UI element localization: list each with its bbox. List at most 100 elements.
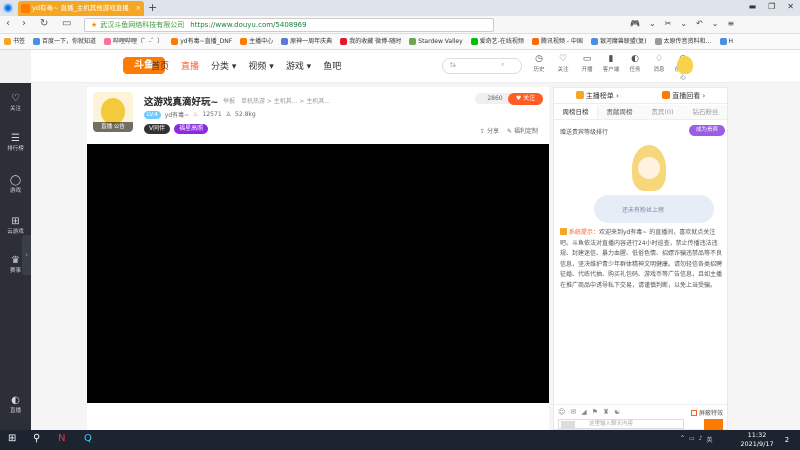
rank-icon	[575, 91, 584, 99]
bookmark-item[interactable]: 主播中心	[236, 34, 277, 49]
tab-close-icon[interactable]: ×	[136, 1, 141, 16]
menu-live[interactable]: 直播	[181, 59, 199, 72]
client-button[interactable]: ▮ 客户端	[601, 54, 621, 81]
back-icon[interactable]: ‹	[6, 18, 10, 29]
bookmark-item[interactable]: yd有毒~直播_DNF	[167, 34, 236, 49]
report-link[interactable]: 举报	[223, 98, 235, 105]
reload-icon[interactable]: ↻	[40, 18, 48, 29]
sidebar-item-game[interactable]: ◯ 游戏	[0, 175, 31, 194]
prize-button[interactable]: ✎ 福利定制	[507, 126, 538, 135]
active-tab[interactable]: yd有毒~ 直播_主机其他游戏直播 ×	[18, 1, 144, 16]
app-n-icon[interactable]: N	[58, 433, 65, 444]
notification-icon[interactable]: 2	[781, 434, 793, 446]
dropdown-icon[interactable]: ⌄	[680, 19, 687, 28]
bookmark-item[interactable]: 我的收藏 微博-随时	[336, 34, 405, 49]
become-vip-button[interactable]: 成为贵宾	[689, 125, 725, 136]
emoji-icon[interactable]: ☺	[558, 408, 565, 416]
tab-replay[interactable]: 直播回看 ›	[641, 88, 728, 103]
reader-icon[interactable]: ▭	[62, 18, 71, 29]
clock[interactable]: 11:32 2021/9/17	[740, 431, 774, 449]
follow-button[interactable]: ♡ 关注	[553, 54, 573, 81]
tab-contribution[interactable]: 贡献周榜	[598, 105, 641, 119]
start-live-button[interactable]: ▭ 开播	[577, 54, 597, 81]
sidebar-item-live[interactable]: ◐ 直播	[0, 395, 31, 414]
menu-home[interactable]: 首页	[151, 59, 169, 72]
menu-icon[interactable]: ≡	[727, 19, 734, 28]
sidebar-item-ranking[interactable]: ☰ 排行榜	[0, 133, 31, 152]
menu-game[interactable]: 游戏 ▾	[286, 59, 311, 72]
tab-diamond-fans[interactable]: 钻石粉丝	[684, 105, 727, 119]
bookmark-item[interactable]: 腾讯视频 - 中国	[528, 34, 587, 49]
fire-icon: ♨	[193, 111, 199, 118]
browser-logo-icon[interactable]	[3, 3, 13, 13]
app-browser-icon[interactable]: Q	[84, 433, 92, 444]
ime-icon[interactable]: 英	[707, 435, 713, 444]
download-icon[interactable]: ⌄	[649, 19, 656, 28]
castle-icon[interactable]: ♜	[603, 408, 609, 416]
bookmark-item[interactable]: 爱奇艺-在线视频	[467, 34, 528, 49]
sidebar-item-follow[interactable]: ♡ 关注	[0, 93, 31, 112]
browser-toolbar-right: 🎮 ⌄ ✂ ⌄ ↶ ⌄ ≡	[630, 19, 734, 28]
search-icon[interactable]: ⌕	[501, 58, 521, 74]
chat-input[interactable]: 这里输入聊天内容	[558, 419, 684, 429]
close-window-icon[interactable]: ✕	[787, 2, 794, 11]
send-button[interactable]	[704, 419, 723, 430]
start-icon[interactable]: ⊞	[8, 433, 16, 444]
address-bar[interactable]: ★ 武汉斗鱼网络科技有限公司 https://www.douyu.com/54089…	[84, 18, 494, 32]
announcement-label[interactable]: 直播 公告	[93, 122, 133, 132]
game-icon[interactable]: 🎮	[630, 19, 640, 28]
task-button[interactable]: ◐ 任务	[625, 54, 645, 81]
message-button[interactable]: ♢ 消息	[649, 54, 669, 81]
search-icon[interactable]: ⚲	[33, 433, 40, 444]
flag-icon[interactable]: ⚑	[592, 408, 598, 416]
anchor-name[interactable]: yd有毒~	[165, 110, 189, 119]
bookmark-item[interactable]: 太原传音资料和…	[651, 34, 716, 49]
undo-icon[interactable]: ↶	[696, 19, 703, 28]
menu-fishbar[interactable]: 鱼吧	[323, 59, 341, 72]
tab-vip[interactable]: 贵宾(0)	[641, 105, 684, 119]
sidebar-item-cloud-game[interactable]: ⊞ 云游戏	[0, 216, 31, 235]
douyu-icon	[240, 38, 248, 45]
url-text[interactable]: https://www.douyu.com/5408969	[190, 21, 306, 29]
new-tab-button[interactable]: +	[148, 0, 157, 15]
scissors-icon[interactable]: ✂	[665, 19, 672, 28]
minimize-icon[interactable]: ▬	[749, 2, 757, 11]
tab-anchor-rank[interactable]: 主播榜单 ›	[554, 88, 641, 103]
user-avatar[interactable]	[677, 56, 693, 74]
bookmark-item[interactable]: 百度一下，你就知道	[29, 34, 100, 49]
tab-weekly-daily[interactable]: 周榜日榜	[554, 105, 598, 119]
bookmark-item[interactable]: 哔哩哔哩（゜-゜）	[100, 34, 167, 49]
tray-expand-icon[interactable]: ^	[680, 435, 685, 444]
event-badge[interactable]: 福星高照	[174, 124, 209, 134]
send-icon[interactable]: ◢	[581, 408, 586, 416]
block-effects-toggle[interactable]: 屏蔽特效	[691, 408, 723, 417]
history-button[interactable]: ◷ 历史	[529, 54, 549, 81]
favorite-star-icon[interactable]: ★	[91, 21, 97, 29]
restore-icon[interactable]: ❐	[768, 2, 775, 11]
network-icon[interactable]: ▭	[689, 435, 695, 444]
video-player[interactable]	[87, 144, 549, 403]
settings-icon[interactable]: ☯	[614, 408, 620, 416]
follow-button[interactable]: ♥ 关注	[508, 93, 543, 105]
menu-category[interactable]: 分类 ▾	[211, 59, 236, 72]
mail-icon[interactable]: ✉	[570, 408, 576, 416]
volume-icon[interactable]: ♪	[699, 435, 703, 444]
bookmark-item[interactable]: 书签	[0, 34, 29, 49]
share-button[interactable]: ⇪ 分享	[480, 126, 499, 135]
stardew-icon	[409, 38, 417, 45]
sidebar-toggle[interactable]: ›	[22, 235, 31, 275]
category-breadcrumb[interactable]: 单机热游 > 主机其... > 主机其...	[241, 98, 330, 105]
anchor-avatar[interactable]: 直播 公告	[93, 92, 133, 132]
bookmark-item[interactable]: 原神一周年庆典	[277, 34, 336, 49]
fans-icon: ♙	[225, 111, 232, 118]
rank-tip: 赠送贵宾等级排行	[560, 129, 609, 136]
bookmark-item[interactable]: H	[716, 34, 738, 49]
bookmark-item[interactable]: Stardew Valley	[405, 34, 466, 49]
bookmark-item[interactable]: 银河魔兽联盟(复)	[587, 34, 651, 49]
vip-badge[interactable]: V同伴	[144, 124, 171, 134]
dropdown-icon[interactable]: ⌄	[712, 19, 719, 28]
menu-video[interactable]: 视频 ▾	[248, 59, 273, 72]
rank-tabs: 主播榜单 › 直播回看 ›	[554, 88, 727, 104]
forward-icon[interactable]: ›	[22, 18, 26, 29]
galaxy-icon	[590, 38, 598, 45]
